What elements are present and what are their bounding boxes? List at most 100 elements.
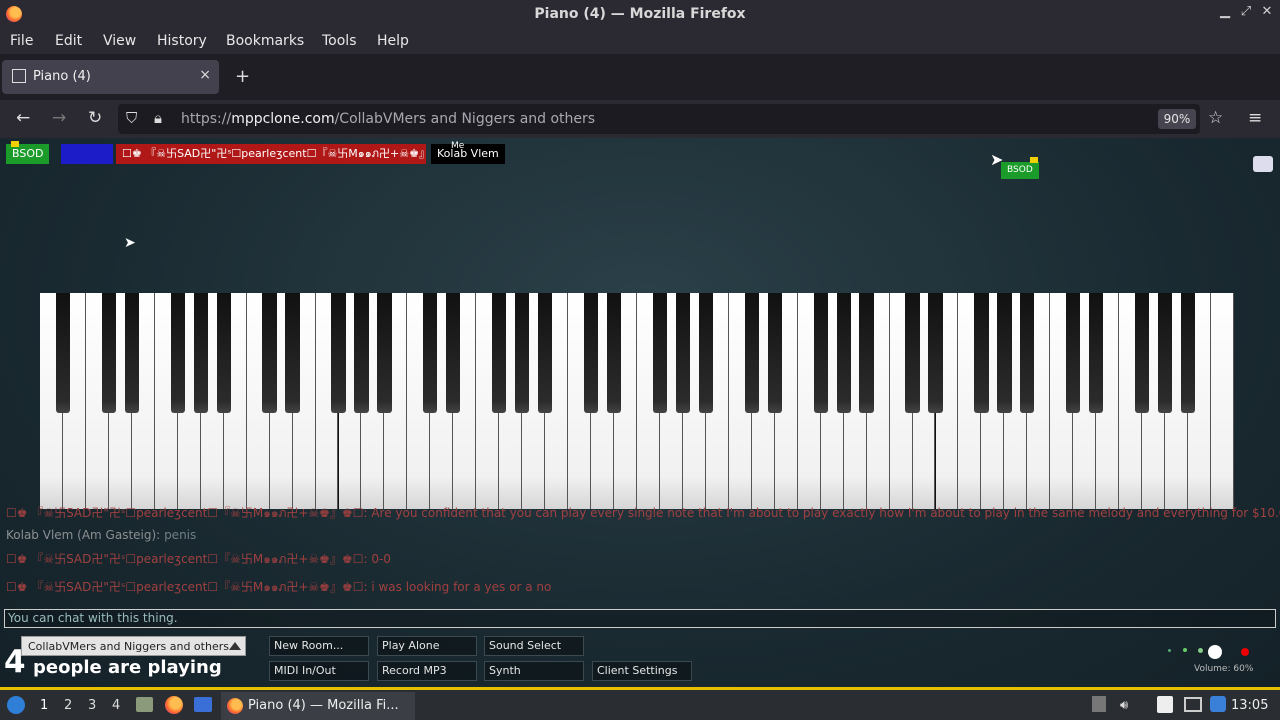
back-icon[interactable]: ←	[16, 108, 30, 128]
menu-history[interactable]: History	[157, 33, 207, 49]
zoom-level[interactable]: 90%	[1158, 109, 1196, 129]
status-dot	[1168, 649, 1171, 652]
workspace-4[interactable]: 4	[112, 698, 120, 713]
play-alone-button[interactable]: Play Alone	[377, 636, 477, 656]
room-select[interactable]: CollabVMers and Niggers and others	[21, 636, 246, 656]
record-mp3-button[interactable]: Record MP3	[377, 661, 477, 681]
cursor-tag-bsod: BSOD	[1001, 162, 1039, 179]
sound-select-button[interactable]: Sound Select	[484, 636, 584, 656]
black-key[interactable]	[262, 293, 277, 413]
black-key[interactable]	[446, 293, 461, 413]
extension-icon[interactable]	[1253, 156, 1273, 172]
client-settings-button[interactable]: Client Settings	[592, 661, 692, 681]
tab-piano[interactable]: Piano (4) ×	[2, 60, 219, 94]
room-name: CollabVMers and Niggers and others	[28, 640, 229, 653]
black-key[interactable]	[813, 293, 828, 413]
black-key[interactable]	[1180, 293, 1196, 413]
menu-view[interactable]: View	[103, 33, 136, 49]
black-key[interactable]	[606, 293, 622, 413]
black-key[interactable]	[285, 293, 300, 413]
black-key[interactable]	[583, 293, 599, 413]
black-key[interactable]	[216, 293, 231, 413]
user-tag-long-name[interactable]: ☐♚ 『☠卐SAD卍"卍ˢ☐pearleʒcent☐『☠卐M๑๑ภ卍+☠♚』♚☐	[116, 144, 426, 164]
menu-tools[interactable]: Tools	[322, 33, 357, 49]
url-text[interactable]: https://mppclone.com/CollabVMers and Nig…	[181, 111, 595, 127]
reload-icon[interactable]: ↻	[88, 108, 102, 128]
black-key[interactable]	[675, 293, 691, 413]
window-titlebar: Piano (4) — Mozilla Firefox ▁ ⤢ ✕	[0, 0, 1280, 29]
hamburger-menu-icon[interactable]: ≡	[1248, 108, 1262, 128]
midi-button[interactable]: MIDI In/Out	[269, 661, 369, 681]
black-key[interactable]	[1066, 293, 1081, 413]
black-key[interactable]	[538, 293, 553, 413]
url-bar[interactable]: ⛉ 🔒︎ https://mppclone.com/CollabVMers an…	[118, 104, 1223, 134]
menu-bar: File Edit View History Bookmarks Tools H…	[0, 29, 1280, 54]
forward-icon[interactable]: →	[52, 108, 66, 128]
me-marker: Me	[451, 141, 465, 151]
piano-icon	[12, 69, 26, 83]
workspace-1[interactable]: 1	[40, 698, 48, 713]
black-key[interactable]	[1157, 293, 1173, 413]
maximize-icon[interactable]: ⤢	[1237, 4, 1255, 19]
tray-arrow-icon[interactable]	[1092, 696, 1106, 712]
black-key[interactable]	[974, 293, 989, 413]
firefox-launcher-icon[interactable]	[165, 696, 183, 714]
black-key[interactable]	[928, 293, 943, 413]
black-key[interactable]	[1135, 293, 1150, 413]
black-key[interactable]	[354, 293, 369, 413]
black-key[interactable]	[767, 293, 782, 413]
black-key[interactable]	[55, 293, 71, 413]
black-key[interactable]	[193, 293, 208, 413]
black-key[interactable]	[1089, 293, 1104, 413]
new-room-button[interactable]: New Room...	[269, 636, 369, 656]
user-tag-bsod[interactable]: BSOD	[6, 144, 50, 164]
menu-help[interactable]: Help	[377, 33, 409, 49]
taskbar-window-firefox[interactable]: Piano (4) — Mozilla Fi...	[221, 692, 415, 720]
menu-edit[interactable]: Edit	[55, 33, 82, 49]
volume-knob[interactable]	[1208, 645, 1222, 659]
tab-close-icon[interactable]: ×	[199, 67, 211, 83]
black-key[interactable]	[515, 293, 530, 413]
black-key[interactable]	[377, 293, 392, 413]
display-icon[interactable]	[1184, 697, 1202, 712]
black-key[interactable]	[859, 293, 874, 413]
black-key[interactable]	[124, 293, 139, 413]
minimize-icon[interactable]: ▁	[1216, 4, 1234, 19]
user-tag-kolab[interactable]: Kolab Vlem	[431, 144, 505, 164]
black-key[interactable]	[744, 293, 759, 413]
black-key[interactable]	[836, 293, 851, 413]
notification-icon[interactable]	[1210, 696, 1226, 712]
piano-keyboard[interactable]	[40, 293, 1234, 509]
menu-bookmarks[interactable]: Bookmarks	[226, 33, 304, 49]
user-tag-blue[interactable]	[61, 144, 113, 164]
black-key[interactable]	[652, 293, 668, 413]
menu-file[interactable]: File	[10, 33, 33, 49]
black-key[interactable]	[1020, 293, 1035, 413]
chat-message: Kolab Vlem (Am Gasteig): penis	[6, 528, 197, 542]
white-key[interactable]	[1211, 293, 1234, 509]
terminal-icon[interactable]	[194, 697, 212, 712]
workspace-2[interactable]: 2	[64, 698, 72, 713]
close-icon[interactable]: ✕	[1258, 4, 1276, 19]
new-tab-button[interactable]: +	[235, 66, 250, 87]
synth-button[interactable]: Synth	[484, 661, 584, 681]
bottom-controls: CollabVMers and Niggers and others 4 peo…	[0, 632, 1280, 687]
volume-label: Volume: 60%	[1194, 664, 1254, 674]
black-key[interactable]	[905, 293, 920, 413]
black-key[interactable]	[423, 293, 438, 413]
clipboard-icon[interactable]	[1157, 696, 1173, 713]
lock-icon[interactable]: 🔒︎	[154, 109, 162, 127]
start-menu-icon[interactable]	[7, 696, 25, 714]
black-key[interactable]	[331, 293, 346, 413]
black-key[interactable]	[698, 293, 713, 413]
chat-input[interactable]: You can chat with this thing.	[4, 609, 1276, 628]
workspace-3[interactable]: 3	[88, 698, 96, 713]
black-key[interactable]	[101, 293, 116, 413]
black-key[interactable]	[997, 293, 1012, 413]
black-key[interactable]	[492, 293, 507, 413]
file-manager-icon[interactable]	[136, 697, 153, 712]
volume-icon[interactable]: 🔊︎	[1120, 698, 1128, 713]
black-key[interactable]	[170, 293, 185, 413]
shield-icon[interactable]: ⛉	[126, 109, 137, 127]
bookmark-star-icon[interactable]: ☆	[1208, 108, 1223, 128]
